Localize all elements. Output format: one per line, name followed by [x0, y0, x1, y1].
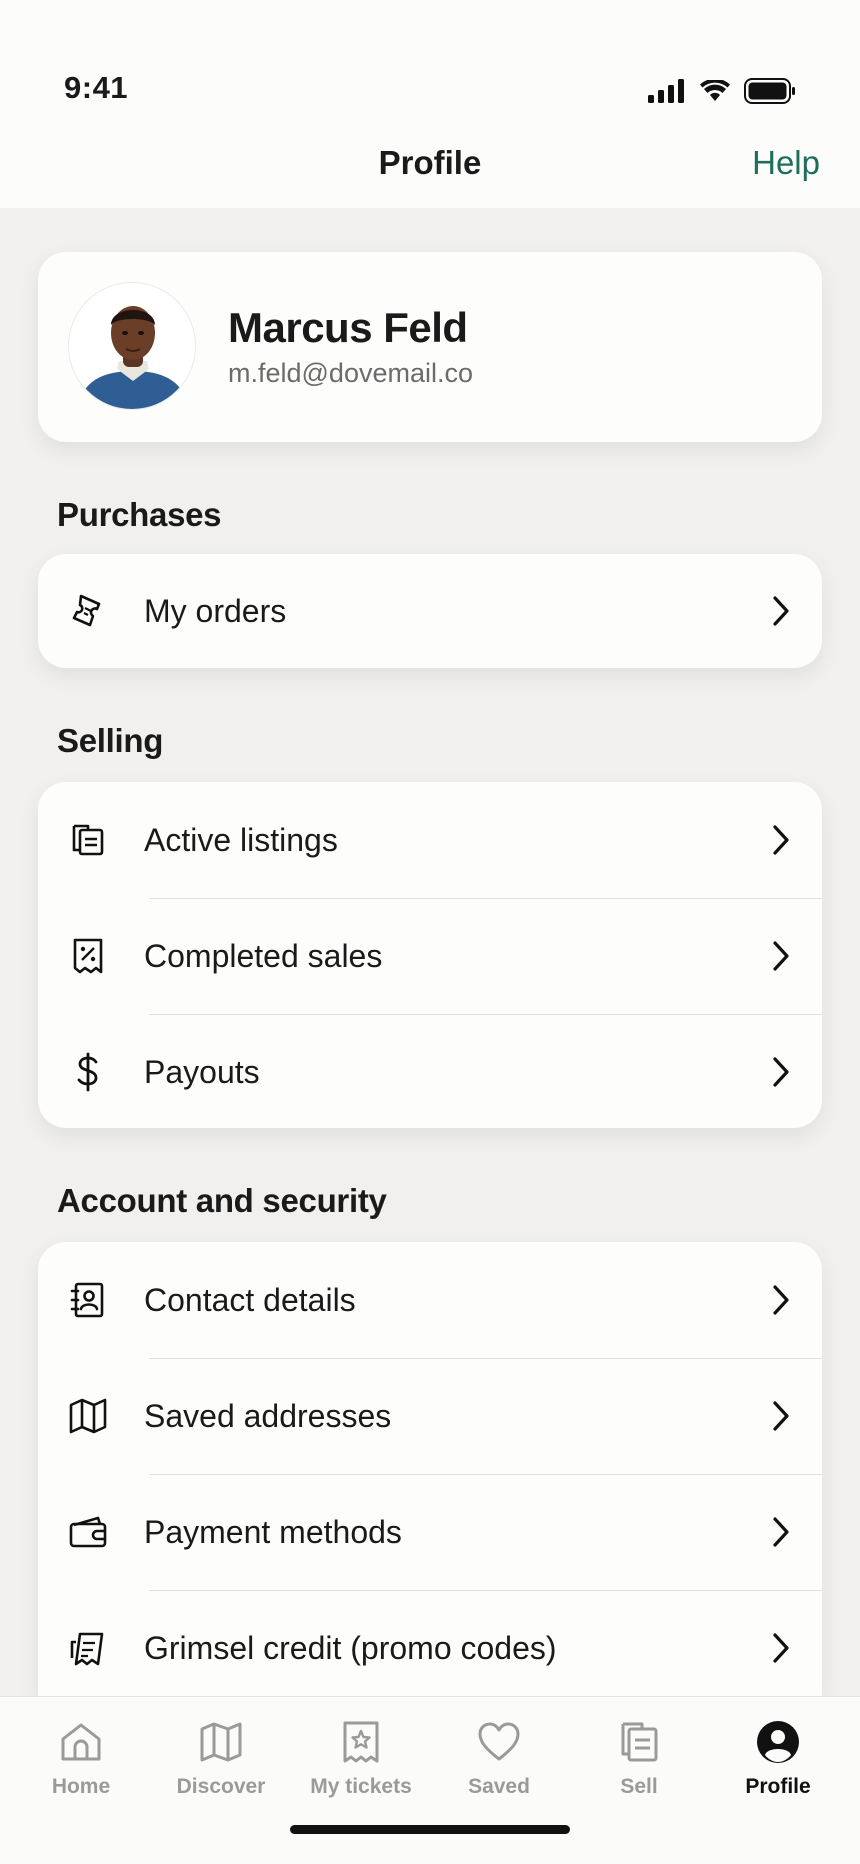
listings-icon — [72, 824, 104, 856]
menu-item-label: Completed sales — [144, 937, 383, 974]
dollar-icon — [77, 1052, 98, 1092]
tab-label: Home — [51, 1775, 111, 1798]
tab-label: Discover — [176, 1775, 266, 1798]
menu-item-payment-methods[interactable]: Payment methods — [38, 1474, 822, 1590]
section-title-account-security: Account and security — [57, 1182, 387, 1219]
menu-item-label: Payouts — [144, 1053, 260, 1090]
status-time: 9:41 — [64, 70, 129, 105]
wifi-icon — [700, 80, 730, 101]
tab-home[interactable]: Home — [11, 1719, 151, 1799]
menu-item-label: Grimsel credit (promo codes) — [144, 1629, 557, 1666]
home-indicator — [290, 1825, 570, 1834]
menu-item-saved-addresses[interactable]: Saved addresses — [38, 1358, 822, 1474]
wallet-icon — [69, 1516, 107, 1548]
menu-item-label: Payment methods — [144, 1513, 402, 1550]
tab-label: Profile — [745, 1775, 811, 1798]
receipt-icon — [73, 938, 103, 974]
status-icons — [648, 78, 796, 104]
menu-item-label: Active listings — [144, 821, 338, 858]
menu-item-label: Saved addresses — [144, 1397, 392, 1434]
tab-profile[interactable]: Profile — [708, 1719, 848, 1799]
contact-card-icon — [70, 1282, 104, 1318]
tab-label: Saved — [468, 1775, 530, 1798]
tab-label: My tickets — [310, 1775, 412, 1798]
chevron-right-icon — [773, 1633, 789, 1663]
chevron-right-icon — [773, 1401, 789, 1431]
header: 9:41 Profile Help — [0, 0, 860, 208]
help-button[interactable]: Help — [752, 144, 820, 182]
profile-card[interactable]: Marcus Feld m.feld@dovemail.co — [38, 252, 822, 442]
tab-bar: Home Discover My tickets Saved Sell Prof… — [0, 1696, 860, 1864]
chevron-right-icon — [773, 1057, 789, 1087]
cellular-signal-icon — [648, 79, 684, 103]
menu-item-label: My orders — [144, 592, 287, 629]
listings-icon — [621, 1722, 658, 1762]
menu-item-grimsel-credit[interactable]: Grimsel credit (promo codes) — [38, 1590, 822, 1696]
tab-discover[interactable]: Discover — [151, 1719, 291, 1799]
avatar-image — [69, 283, 195, 409]
tab-label: Sell — [620, 1775, 658, 1798]
chevron-right-icon — [773, 825, 789, 855]
menu-item-my-orders[interactable]: My orders — [38, 554, 822, 668]
menu-item-completed-sales[interactable]: Completed sales — [38, 898, 822, 1014]
profile-email: m.feld@dovemail.co — [228, 358, 474, 388]
profile-icon — [757, 1721, 799, 1763]
ticket-icon — [72, 594, 101, 627]
ticket-star-icon — [343, 1721, 379, 1763]
map-icon — [200, 1722, 242, 1762]
battery-icon — [744, 78, 795, 104]
tab-saved[interactable]: Saved — [429, 1719, 569, 1799]
promo-ticket-icon — [70, 1632, 104, 1666]
section-title-purchases: Purchases — [57, 496, 222, 533]
avatar — [68, 282, 196, 410]
heart-icon — [478, 1722, 520, 1761]
selling-card: Active listings Completed sales Payouts — [38, 782, 822, 1128]
page-title: Profile — [378, 144, 482, 181]
tab-my-tickets[interactable]: My tickets — [291, 1719, 431, 1799]
account-card: Contact details Saved addresses Payment … — [38, 1242, 822, 1696]
section-title-selling: Selling — [57, 722, 164, 759]
profile-name: Marcus Feld — [228, 304, 468, 351]
chevron-right-icon — [773, 941, 789, 971]
chevron-right-icon — [773, 1517, 789, 1547]
menu-item-label: Contact details — [144, 1281, 356, 1318]
purchases-card: My orders — [38, 554, 822, 668]
menu-item-contact-details[interactable]: Contact details — [38, 1242, 822, 1358]
map-icon — [69, 1398, 107, 1434]
chevron-right-icon — [773, 596, 789, 626]
menu-item-active-listings[interactable]: Active listings — [38, 782, 822, 898]
home-icon — [61, 1723, 101, 1761]
menu-item-payouts[interactable]: Payouts — [38, 1014, 822, 1128]
tab-sell[interactable]: Sell — [569, 1719, 709, 1799]
chevron-right-icon — [773, 1285, 789, 1315]
